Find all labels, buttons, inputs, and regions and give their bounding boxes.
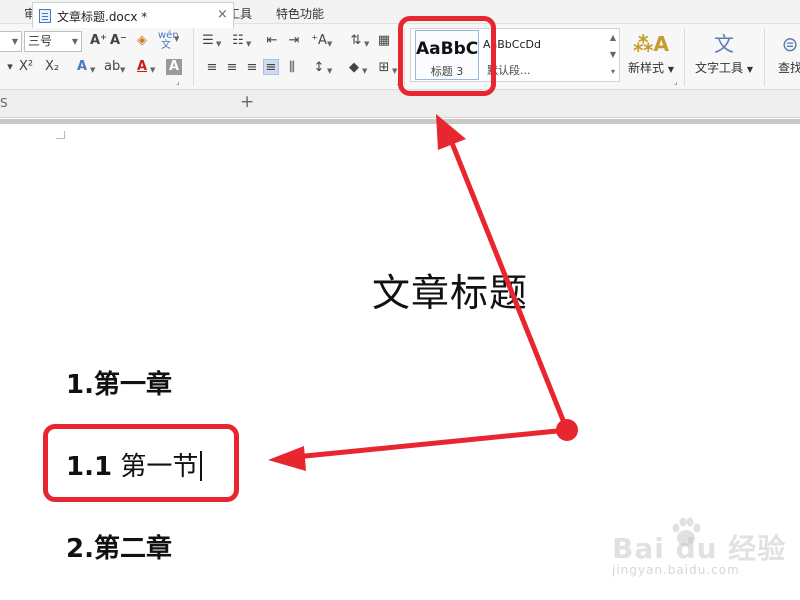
watermark-url: jingyan.baidu.com	[612, 563, 740, 577]
watermark-logo: Bai du 经验	[612, 532, 787, 565]
arrow-to-style	[447, 135, 570, 433]
arrow-origin-dot	[556, 419, 578, 441]
annotation-arrows	[268, 114, 578, 471]
arrowhead-left-icon	[268, 446, 306, 471]
arrow-to-heading	[292, 427, 570, 460]
arrowhead-up-icon	[436, 114, 466, 150]
